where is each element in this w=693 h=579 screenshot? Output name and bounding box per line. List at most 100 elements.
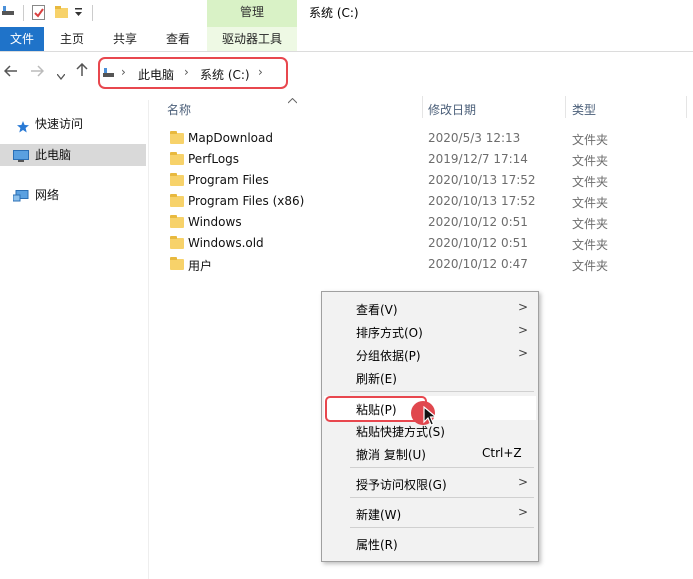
menu-separator xyxy=(350,391,534,392)
menu-item-label: 授予访问权限(G) xyxy=(356,478,447,492)
customize-toolbar-icon[interactable] xyxy=(74,6,84,20)
tab-file[interactable]: 文件 xyxy=(0,27,44,51)
menu-separator xyxy=(350,467,534,468)
file-type: 文件夹 xyxy=(572,154,609,168)
file-type: 文件夹 xyxy=(572,259,609,273)
list-item[interactable]: 用户 2020/10/12 0:47 文件夹 xyxy=(164,255,684,276)
new-folder-icon[interactable] xyxy=(55,5,69,22)
column-header-name[interactable]: 名称 xyxy=(167,101,191,118)
list-item[interactable]: Program Files 2020/10/13 17:52 文件夹 xyxy=(164,171,684,192)
navigation-pane: 快速访问 此电脑 网络 xyxy=(0,100,149,579)
file-name: Program Files xyxy=(188,173,269,187)
menu-item-label: 撤消 复制(U) xyxy=(356,448,426,462)
tab-drive-tools[interactable]: 驱动器工具 xyxy=(207,27,297,51)
file-date: 2020/10/12 0:47 xyxy=(428,257,528,271)
drive-icon[interactable] xyxy=(2,5,16,20)
drive-icon xyxy=(103,67,115,81)
menu-item-new[interactable]: 新建(W) > xyxy=(322,502,538,524)
window-title: 系统 (C:) xyxy=(309,6,359,20)
list-item[interactable]: MapDownload 2020/5/3 12:13 文件夹 xyxy=(164,129,684,150)
properties-icon[interactable] xyxy=(32,5,46,24)
back-icon[interactable] xyxy=(3,63,18,81)
menu-separator xyxy=(350,527,534,528)
list-item[interactable]: PerfLogs 2019/12/7 17:14 文件夹 xyxy=(164,150,684,171)
submenu-arrow-icon: > xyxy=(517,300,528,314)
menu-separator xyxy=(350,497,534,498)
menu-item-refresh[interactable]: 刷新(E) xyxy=(322,366,538,388)
file-date: 2019/12/7 17:14 xyxy=(428,152,528,166)
menu-item-label: 分组依据(P) xyxy=(356,349,421,363)
menu-item-label: 粘贴(P) xyxy=(356,403,397,417)
file-name: Windows xyxy=(188,215,242,229)
tab-home[interactable]: 主页 xyxy=(52,27,92,51)
submenu-arrow-icon: > xyxy=(517,346,528,360)
submenu-arrow-icon: > xyxy=(517,475,528,489)
column-header-type[interactable]: 类型 xyxy=(572,101,596,118)
nav-item-quick-access[interactable]: 快速访问 xyxy=(0,113,146,135)
file-date: 2020/10/13 17:52 xyxy=(428,173,536,187)
column-divider[interactable] xyxy=(422,96,423,118)
mouse-cursor-icon xyxy=(423,405,438,429)
breadcrumb-separator-icon[interactable]: › xyxy=(258,65,263,79)
ribbon-tabs: 文件 主页 共享 查看 驱动器工具 xyxy=(0,27,693,52)
menu-item-undo-copy[interactable]: 撤消 复制(U) Ctrl+Z xyxy=(322,442,538,464)
tab-share[interactable]: 共享 xyxy=(105,27,145,51)
column-header-date[interactable]: 修改日期 xyxy=(428,101,476,118)
nav-item-network[interactable]: 网络 xyxy=(0,184,146,206)
breadcrumb-system-c[interactable]: 系统 (C:) xyxy=(200,66,250,83)
list-item[interactable]: Windows 2020/10/12 0:51 文件夹 xyxy=(164,213,684,234)
submenu-arrow-icon: > xyxy=(517,505,528,519)
folder-icon xyxy=(170,257,184,270)
nav-item-this-pc[interactable]: 此电脑 xyxy=(0,144,146,166)
file-date: 2020/10/12 0:51 xyxy=(428,236,528,250)
submenu-arrow-icon: > xyxy=(517,323,528,337)
tab-manage[interactable]: 管理 xyxy=(207,0,297,27)
network-icon xyxy=(12,188,29,210)
folder-icon xyxy=(170,215,184,228)
menu-item-sort-by[interactable]: 排序方式(O) > xyxy=(322,320,538,342)
menu-item-label: 新建(W) xyxy=(356,508,402,522)
file-name: Program Files (x86) xyxy=(188,194,305,208)
file-type: 文件夹 xyxy=(572,175,609,189)
title-divider xyxy=(23,5,24,21)
folder-icon xyxy=(170,173,184,186)
column-divider[interactable] xyxy=(686,96,687,118)
file-name: 用户 xyxy=(188,259,213,273)
menu-item-view[interactable]: 查看(V) > xyxy=(322,297,538,319)
list-item[interactable]: Windows.old 2020/10/12 0:51 文件夹 xyxy=(164,234,684,255)
column-divider[interactable] xyxy=(565,96,566,118)
computer-icon xyxy=(13,148,29,170)
file-date: 2020/10/13 17:52 xyxy=(428,194,536,208)
file-name: MapDownload xyxy=(188,131,273,145)
up-icon[interactable] xyxy=(76,62,88,81)
nav-item-label: 快速访问 xyxy=(35,117,84,131)
nav-item-label: 网络 xyxy=(35,188,60,202)
tab-view[interactable]: 查看 xyxy=(158,27,198,51)
list-item[interactable]: Program Files (x86) 2020/10/13 17:52 文件夹 xyxy=(164,192,684,213)
file-date: 2020/5/3 12:13 xyxy=(428,131,521,145)
menu-item-label: 属性(R) xyxy=(356,538,398,552)
menu-item-group-by[interactable]: 分组依据(P) > xyxy=(322,343,538,365)
menu-item-grant-access[interactable]: 授予访问权限(G) > xyxy=(322,472,538,494)
breadcrumb-separator-icon[interactable]: › xyxy=(184,65,189,79)
breadcrumb-this-pc[interactable]: 此电脑 xyxy=(138,66,174,83)
star-icon xyxy=(17,118,29,140)
file-type: 文件夹 xyxy=(572,217,609,231)
file-type: 文件夹 xyxy=(572,196,609,210)
file-type: 文件夹 xyxy=(572,238,609,252)
file-type: 文件夹 xyxy=(572,133,609,147)
folder-icon xyxy=(170,131,184,144)
file-date: 2020/10/12 0:51 xyxy=(428,215,528,229)
breadcrumb-separator-icon[interactable]: › xyxy=(121,65,126,79)
title-divider xyxy=(92,5,93,21)
menu-item-properties[interactable]: 属性(R) xyxy=(322,532,538,554)
title-bar: 管理 系统 (C:) xyxy=(0,0,693,27)
menu-item-shortcut: Ctrl+Z xyxy=(482,446,522,460)
menu-item-label: 刷新(E) xyxy=(356,372,397,386)
context-menu: 查看(V) > 排序方式(O) > 分组依据(P) > 刷新(E) 粘贴(P) … xyxy=(321,291,539,562)
forward-icon[interactable] xyxy=(30,63,45,81)
recent-locations-icon[interactable] xyxy=(56,66,66,84)
sort-ascending-icon xyxy=(287,93,298,107)
menu-item-label: 查看(V) xyxy=(356,303,398,317)
address-bar[interactable]: › 此电脑 › 系统 (C:) › xyxy=(98,57,288,89)
